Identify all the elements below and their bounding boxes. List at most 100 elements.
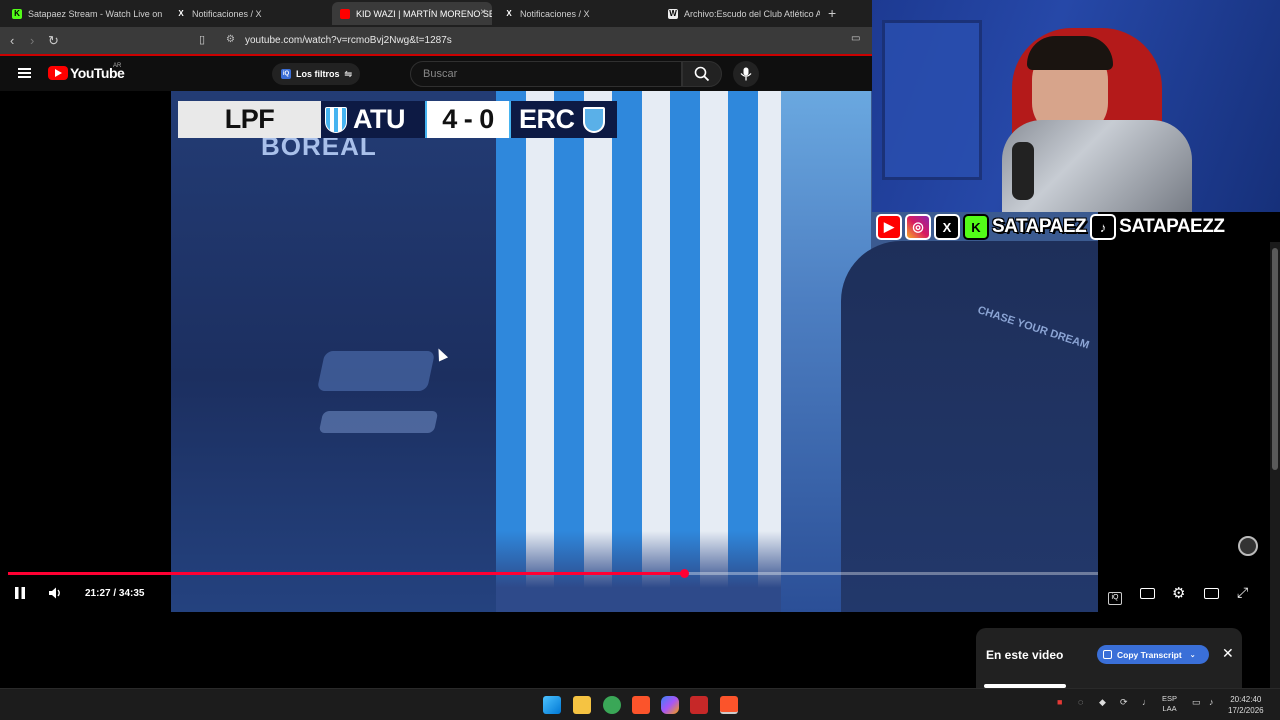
kick-social-icon: K	[963, 214, 989, 240]
close-tab-icon[interactable]: ×	[480, 7, 486, 18]
scrubber-handle[interactable]	[679, 569, 689, 578]
home-team-label: ATU	[353, 104, 406, 134]
tab-youtube-active[interactable]: KID WAZI | MARTÍN MORENO SE ×	[332, 2, 492, 25]
youtube-social-icon: ▶	[876, 214, 902, 240]
subtitles-button[interactable]	[1140, 587, 1155, 602]
bookmark-icon[interactable]: ▯	[199, 33, 205, 46]
app-icon[interactable]	[690, 696, 708, 714]
kick-icon: K	[12, 8, 22, 19]
tab-label: Archivo:Escudo del Club Atlético All B	[684, 8, 820, 19]
address-bar[interactable]: ⚙ youtube.com/watch?v=rcmoBvj2Nwg&t=1287…	[220, 31, 780, 50]
webcam-overlay	[872, 0, 1280, 212]
input-language[interactable]: ESP LAA	[1162, 694, 1177, 714]
x-icon: X	[506, 9, 512, 18]
menu-icon[interactable]	[18, 68, 31, 78]
youtube-icon	[340, 8, 350, 19]
time-display: 21:27 / 34:35	[85, 588, 145, 599]
clock-date: 17/2/2026	[1228, 706, 1264, 715]
tab-x-notifications-2[interactable]: X Notificaciones / X	[496, 2, 656, 25]
copilot-icon[interactable]	[661, 696, 679, 714]
tray-defender-icon[interactable]: ◆	[1099, 697, 1106, 708]
filters-extension-button[interactable]: iQ	[1108, 587, 1122, 605]
new-tab-button[interactable]: +	[828, 5, 836, 21]
tab-x-notifications[interactable]: X Notificaciones / X	[168, 2, 328, 25]
file-explorer-icon[interactable]	[573, 696, 591, 714]
clock-time: 20:42:40	[1230, 695, 1262, 704]
site-info-icon[interactable]: ⚙	[226, 34, 235, 45]
tray-mic-icon[interactable]: ♩	[1142, 697, 1151, 707]
youtube-play-icon	[48, 66, 68, 80]
atletico-tucuman-crest-icon	[325, 106, 347, 133]
tab-label: Notificaciones / X	[192, 8, 262, 19]
fullscreen-button[interactable]: ⤢	[1237, 584, 1248, 601]
video-player-right	[841, 241, 1098, 612]
reload-icon[interactable]: ↻	[48, 33, 59, 49]
tab-wikipedia[interactable]: W Archivo:Escudo del Club Atlético All B	[660, 2, 820, 25]
tray-app-icon[interactable]: ■	[1057, 697, 1062, 707]
tray-security-icon[interactable]: ◌	[1078, 697, 1083, 707]
microphone-icon	[740, 67, 752, 81]
search-button[interactable]	[682, 61, 722, 87]
volume-icon	[49, 587, 60, 599]
windows-taskbar: ■ ◌ ◆ ⟳ ♩ ESP LAA ▭ ♪ 20:42:40 17/2/2026	[0, 688, 1280, 720]
home-team: ATU	[321, 101, 425, 138]
subtitles-icon	[1140, 588, 1155, 599]
scrollbar-thumb[interactable]	[1272, 248, 1278, 470]
youtube-header: YouTube AR iQ Los filtros ⇋ Buscar	[0, 54, 872, 91]
url-text: youtube.com/watch?v=rcmoBvj2Nwg&t=1287s	[245, 35, 452, 46]
forward-icon[interactable]: ›	[30, 33, 34, 48]
pause-icon	[15, 587, 25, 599]
voice-search-button[interactable]	[733, 61, 759, 87]
speaker-icon[interactable]: ♪	[1209, 697, 1214, 707]
miniplayer-icon	[1204, 588, 1219, 599]
back-icon[interactable]: ‹	[10, 33, 14, 48]
tune-icon: ⇋	[344, 68, 353, 79]
webcam-microphone	[1012, 142, 1034, 200]
copy-icon	[1103, 650, 1112, 659]
fullscreen-icon: ⤢	[1237, 584, 1249, 600]
webcam-streamer-hair	[1027, 36, 1113, 70]
language-code: ESP	[1162, 694, 1178, 703]
browser-toolbar: ‹ › ↻ ▯ ⚙ youtube.com/watch?v=rcmoBvj2Nw…	[0, 27, 872, 54]
handle-label-2: SATAPAEZZ	[1119, 216, 1225, 237]
close-panel-button[interactable]: ✕	[1222, 645, 1234, 662]
social-handles-bar: ▶ ◎ X K SATAPAEZ ♪ SATAPAEZZ	[876, 212, 1280, 242]
cast-icon[interactable]: ▭	[851, 33, 860, 44]
panel-title: En este video	[986, 648, 1064, 662]
search-input[interactable]: Buscar	[410, 61, 682, 87]
miniplayer-button[interactable]	[1204, 587, 1219, 602]
filters-button[interactable]: iQ Los filtros ⇋	[272, 63, 360, 85]
chevron-down-icon: ⌄	[1189, 651, 1196, 659]
extension-overlay-icon[interactable]	[1238, 536, 1258, 556]
filters-label: Los filtros	[296, 69, 340, 79]
handle-label-1: SATAPAEZ	[992, 216, 1087, 237]
country-code: AR	[113, 63, 122, 69]
instagram-social-icon: ◎	[905, 214, 931, 240]
search-icon	[694, 66, 710, 82]
webcam-wall-crest	[882, 20, 982, 180]
volume-button[interactable]	[48, 586, 62, 603]
tab-kick[interactable]: K Satapaez Stream - Watch Live on Kick	[4, 2, 164, 25]
tab-label: Satapaez Stream - Watch Live on Kick	[28, 8, 164, 19]
chrome-icon[interactable]	[603, 696, 621, 714]
progress-played	[8, 572, 684, 575]
in-this-video-panel: En este video Copy Transcript ⌄ ✕	[976, 628, 1242, 688]
pause-button[interactable]	[14, 586, 26, 603]
video-sponsor-patch	[316, 351, 436, 391]
gear-icon: ⚙	[1172, 585, 1186, 602]
browser-tab-strip: K Satapaez Stream - Watch Live on Kick X…	[0, 0, 872, 27]
tab-label: Notificaciones / X	[520, 8, 590, 19]
estudiantes-rio-cuarto-crest-icon	[582, 106, 605, 133]
brave-active-icon[interactable]	[720, 696, 738, 714]
brave-icon[interactable]	[632, 696, 650, 714]
away-team: ERC	[511, 101, 617, 138]
windows-start-icon[interactable]	[543, 696, 561, 714]
system-clock[interactable]: 20:42:40 17/2/2026	[1228, 694, 1264, 716]
copy-transcript-label: Copy Transcript	[1117, 649, 1182, 660]
settings-button[interactable]: ⚙	[1172, 584, 1185, 602]
network-icon[interactable]: ▭	[1192, 697, 1201, 708]
tray-sync-icon[interactable]: ⟳	[1120, 697, 1128, 708]
copy-transcript-button[interactable]: Copy Transcript ⌄	[1097, 645, 1209, 664]
x-icon: X	[178, 9, 184, 18]
scoreboard: LPF ATU 4 - 0 ERC	[178, 101, 617, 138]
